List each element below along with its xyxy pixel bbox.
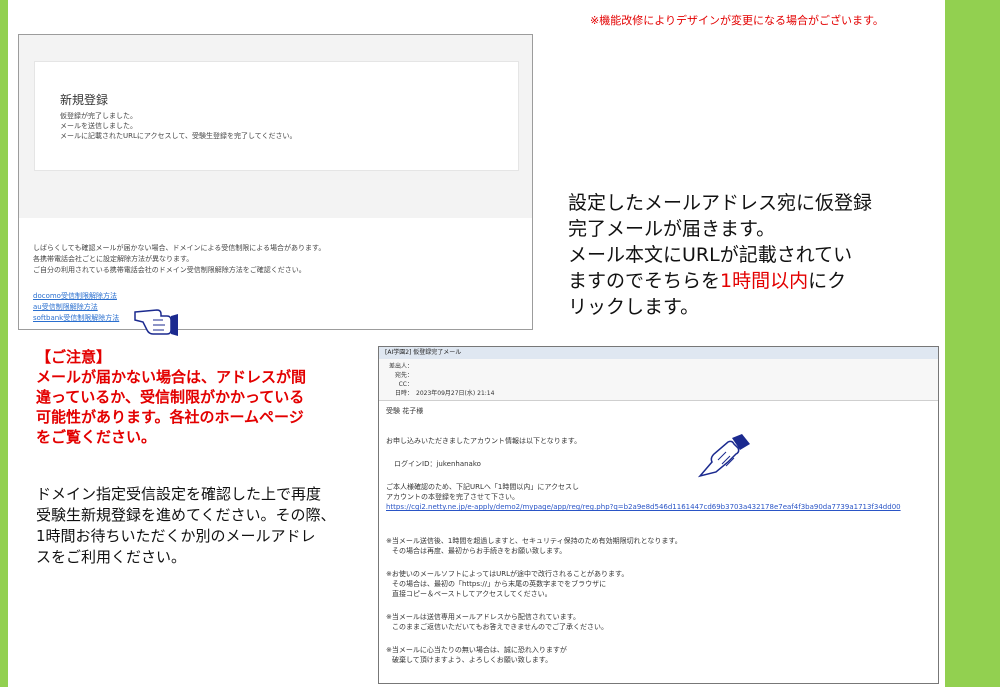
caution-line: メールが届かない場合は、アドレスが間 bbox=[36, 368, 307, 386]
registration-complete-screenshot: しばらくしても確認メールが届かない場合、ドメインによる受信制限による場合がありま… bbox=[18, 34, 533, 330]
time-limit-highlight: 1時間以内 bbox=[720, 270, 809, 292]
note-line: 1時間お待ちいただくか別のメールアドレ bbox=[36, 527, 316, 545]
body-line: ※当メールに心当たりの無い場合は、誠に恐れ入りますが bbox=[386, 646, 567, 654]
help-line: しばらくしても確認メールが届かない場合、ドメインによる受信制限による場合がありま… bbox=[33, 244, 326, 252]
instruction-line: 設定したメールアドレス宛に仮登録 bbox=[568, 192, 873, 214]
email-screenshot: [AI学園2] 仮登録完了メール 差出人： 宛先： CC： 日時： 2023年09… bbox=[378, 346, 939, 684]
from-row: 差出人： bbox=[379, 361, 416, 370]
body-line: ※お使いのメールソフトによってはURLが途中で改行されることがあります。 bbox=[386, 570, 629, 578]
message-line: メールを送信しました。 bbox=[60, 122, 137, 130]
help-line: ご自分の利用されている携帯電話会社のドメイン受信制限解除方法をご確認ください。 bbox=[33, 266, 306, 274]
body-line: その場合は、最初の「https://」から末尾の英数字までをブラウザに bbox=[392, 580, 607, 588]
from-label: 差出人： bbox=[388, 363, 413, 370]
body-line: お申し込みいただきましたアカウント情報は以下となります。 bbox=[386, 437, 582, 445]
help-section: しばらくしても確認メールが届かない場合、ドメインによる受信制限による場合がありま… bbox=[19, 218, 532, 329]
help-text: しばらくしても確認メールが届かない場合、ドメインによる受信制限による場合がありま… bbox=[33, 243, 325, 276]
instruction-line: ますのでそちらを1時間以内にク bbox=[568, 268, 928, 294]
body-line: ※当メール送信後、1時間を超過しますと、セキュリティ保持のため有効期限切れとなり… bbox=[386, 537, 682, 545]
note-line: スをご利用ください。 bbox=[36, 548, 187, 566]
registration-url-link[interactable]: https://cgi2.netty.ne.jp/e-apply/demo2/m… bbox=[386, 503, 901, 511]
pointing-hand-icon bbox=[698, 434, 750, 478]
page-title: 新規登録 bbox=[60, 93, 109, 107]
date-value: 2023年09月27日(水) 21:14 bbox=[416, 390, 495, 397]
body-line: その場合は再度、最初からお手続きをお願い致します。 bbox=[392, 547, 567, 555]
email-header: 差出人： 宛先： CC： 日時： 2023年09月27日(水) 21:14 bbox=[379, 359, 938, 401]
instruction-text-part: にク bbox=[808, 270, 847, 292]
body-line: ※当メールは送信専用メールアドレスから配信されています。 bbox=[386, 613, 580, 621]
body-line: アカウントの本登録を完了させて下さい。 bbox=[386, 493, 519, 501]
message-line: 仮登録が完了しました。 bbox=[60, 112, 137, 120]
to-label: 宛先： bbox=[394, 372, 413, 379]
date-label: 日時： bbox=[394, 390, 413, 397]
message-line: メールに記載されたURLにアクセスして、受験生登録を完了してください。 bbox=[60, 132, 297, 140]
to-row: 宛先： bbox=[379, 370, 416, 379]
cc-row: CC： bbox=[379, 379, 416, 388]
instruction-line: 完了メールが届きます。 bbox=[568, 218, 776, 240]
registration-message: 仮登録が完了しました。 メールを送信しました。 メールに記載されたURLにアクセ… bbox=[60, 111, 297, 141]
instruction-line: メール本文にURLが記載されてい bbox=[568, 244, 853, 266]
left-green-border bbox=[0, 0, 8, 687]
body-line: 直接コピー＆ペーストしてアクセスしてください。 bbox=[392, 590, 552, 598]
recipient-name: 受験 花子様 bbox=[386, 407, 424, 415]
caution-line: をご覧ください。 bbox=[36, 428, 157, 446]
instruction-line: リックします。 bbox=[568, 296, 700, 318]
right-green-border bbox=[945, 0, 1000, 687]
login-id: ログインID：jukenhanako bbox=[394, 460, 481, 468]
instruction-text: 設定したメールアドレス宛に仮登録 完了メールが届きます。 メール本文にURLが記… bbox=[568, 190, 928, 320]
caution-block: 【ご注意】 メールが届かない場合は、アドレスが間 違っているか、受信制限がかかっ… bbox=[36, 347, 366, 447]
pointing-hand-icon bbox=[134, 309, 178, 336]
email-subject: [AI学園2] 仮登録完了メール bbox=[379, 347, 938, 359]
instruction-text-part: ますのでそちらを bbox=[568, 270, 721, 292]
design-change-notice: ※機能改修によりデザインが変更になる場合がございます。 bbox=[590, 14, 884, 27]
body-line: 破棄して頂けますよう、よろしくお願い致します。 bbox=[392, 656, 553, 664]
note-line: ドメイン指定受信設定を確認した上で再度 bbox=[36, 485, 322, 503]
help-line: 各携帯電話会社ごとに設定解除方法が異なります。 bbox=[33, 255, 194, 263]
caution-line: 違っているか、受信制限がかかっている bbox=[36, 388, 305, 406]
help-links: docomo受信制限解除方法 au受信制限解除方法 softbank受信制限解除… bbox=[33, 291, 119, 324]
date-row: 日時： 2023年09月27日(水) 21:14 bbox=[379, 388, 494, 397]
body-line: このままご返信いただいてもお答えできませんのでご了承ください。 bbox=[392, 623, 609, 631]
domain-setting-note: ドメイン指定受信設定を確認した上で再度 受験生新規登録を進めてください。その際、… bbox=[36, 484, 366, 568]
docomo-link[interactable]: docomo受信制限解除方法 bbox=[33, 291, 119, 302]
softbank-link[interactable]: softbank受信制限解除方法 bbox=[33, 313, 119, 324]
note-line: 受験生新規登録を進めてください。その際、 bbox=[36, 506, 336, 524]
caution-heading: 【ご注意】 bbox=[36, 348, 112, 366]
au-link[interactable]: au受信制限解除方法 bbox=[33, 302, 119, 313]
cc-label: CC： bbox=[398, 381, 413, 388]
caution-line: 可能性があります。各社のホームページ bbox=[36, 408, 304, 426]
body-line: ご本人様確認のため、下記URLへ「1時間以内」にアクセスし bbox=[386, 483, 579, 491]
